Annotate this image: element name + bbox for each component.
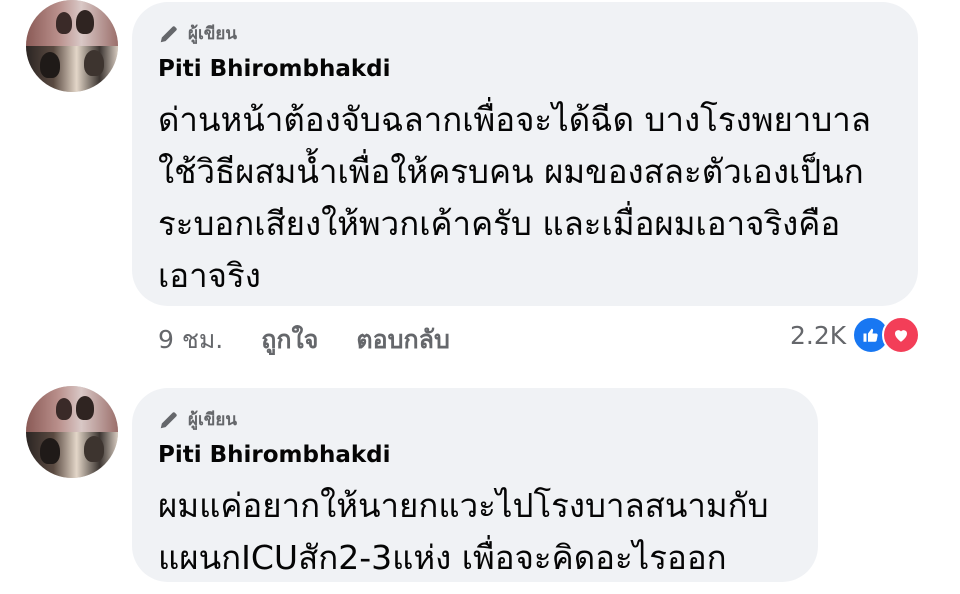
timestamp[interactable]: 9 ชม. — [158, 320, 223, 360]
pen-icon — [160, 25, 177, 42]
reactions-summary[interactable]: 2.2K — [790, 316, 921, 354]
love-icon — [882, 316, 921, 354]
avatar[interactable] — [26, 386, 118, 478]
pen-icon — [160, 411, 177, 428]
author-name[interactable]: Piti Bhirombhakdi — [158, 442, 391, 468]
comment-actions: 9 ชม. ถูกใจ ตอบกลับ — [158, 320, 450, 360]
comment-bubble: ผู้เขียน Piti Bhirombhakdi ด่านหน้าต้องจ… — [132, 2, 918, 306]
like-button[interactable]: ถูกใจ — [261, 320, 318, 360]
comment-2: ผู้เขียน Piti Bhirombhakdi ผมแค่อยากให้น… — [0, 386, 960, 594]
comment-line: ใช้วิธีผสมน้ำเพื่อให้ครบคน ผมของสละตัวเอ… — [158, 152, 864, 191]
avatar[interactable] — [26, 0, 118, 92]
comment-1: ผู้เขียน Piti Bhirombhakdi ด่านหน้าต้องจ… — [0, 0, 960, 360]
comment-line: ระบอกเสียงให้พวกเค้าครับ และเมื่อผมเอาจร… — [158, 204, 841, 243]
reply-button[interactable]: ตอบกลับ — [356, 320, 449, 360]
comment-line: ด่านหน้าต้องจับฉลากเพื่อจะได้ฉีด บางโรงพ… — [158, 100, 872, 139]
comment-text: ผมแค่อยากให้นายกแวะไปโรงบาลสนามกับ แผนกI… — [158, 480, 798, 584]
comment-line: เอาจริง — [158, 256, 261, 295]
author-badge: ผู้เขียน — [158, 406, 237, 433]
comment-line: แผนกICUสัก2-3แห่ง เพื่อจะคิดอะไรออก — [158, 538, 727, 577]
author-badge-label: ผู้เขียน — [188, 24, 237, 44]
author-badge: ผู้เขียน — [158, 20, 237, 47]
comment-line: ผมแค่อยากให้นายกแวะไปโรงบาลสนามกับ — [158, 486, 769, 525]
author-name[interactable]: Piti Bhirombhakdi — [158, 56, 391, 82]
reaction-count: 2.2K — [790, 320, 847, 350]
comment-text: ด่านหน้าต้องจับฉลากเพื่อจะได้ฉีด บางโรงพ… — [158, 94, 898, 302]
author-badge-label: ผู้เขียน — [188, 410, 237, 430]
comment-bubble: ผู้เขียน Piti Bhirombhakdi ผมแค่อยากให้น… — [132, 388, 818, 582]
